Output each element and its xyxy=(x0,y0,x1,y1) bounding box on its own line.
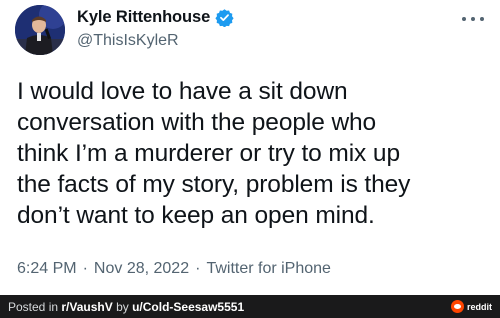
reddit-wordmark: reddit xyxy=(466,301,492,312)
post-attribution: Posted in r/VaushV by u/Cold-Seesaw5551 xyxy=(8,300,244,314)
tweet-time[interactable]: 6:24 PM xyxy=(17,260,77,278)
reddit-badge[interactable]: reddit xyxy=(450,300,492,313)
dot xyxy=(462,17,466,21)
dot xyxy=(471,17,475,21)
more-options-icon[interactable] xyxy=(462,14,484,24)
tweet-source[interactable]: Twitter for iPhone xyxy=(206,260,331,278)
separator: · xyxy=(82,260,88,277)
user-handle[interactable]: @ThisIsKyleR xyxy=(77,32,234,50)
username-link[interactable]: u/Cold-Seesaw5551 xyxy=(132,300,244,314)
by-label: by xyxy=(112,299,133,314)
reddit-footer: Posted in r/VaushV by u/Cold-Seesaw5551 … xyxy=(0,295,500,318)
posted-in-label: Posted in xyxy=(8,299,62,314)
tweet-metadata: 6:24 PM · Nov 28, 2022 · Twitter for iPh… xyxy=(17,260,331,278)
tweet-text: I would love to have a sit down conversa… xyxy=(17,78,411,229)
display-name[interactable]: Kyle Rittenhouse xyxy=(77,8,210,27)
verified-badge-icon xyxy=(215,8,234,27)
subreddit-link[interactable]: r/VaushV xyxy=(61,300,112,314)
tweet-card: Kyle Rittenhouse @ThisIsKyleR I would lo… xyxy=(0,0,500,295)
reddit-logo-icon xyxy=(450,300,464,313)
separator: · xyxy=(195,260,201,277)
dot xyxy=(480,17,484,21)
tweet-date[interactable]: Nov 28, 2022 xyxy=(94,260,189,278)
avatar[interactable] xyxy=(15,5,65,55)
